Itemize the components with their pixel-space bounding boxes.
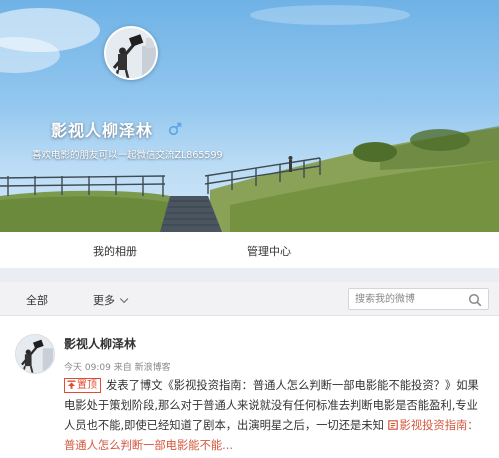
search-box bbox=[348, 288, 489, 310]
profile-cover: 影视人柳泽林 喜欢电影的朋友可以一起微信交流ZL865599 bbox=[0, 0, 499, 232]
feed-filter-bar: 全部 更多 bbox=[0, 282, 499, 316]
profile-name: 影视人柳泽林 bbox=[51, 121, 154, 140]
post-text-prefix: 发表了博文 bbox=[106, 379, 163, 392]
cover-landscape-image bbox=[0, 5, 499, 232]
profile-bio: 喜欢电影的朋友可以一起微信交流ZL865599 bbox=[32, 150, 223, 161]
feed-post: 影视人柳泽林 今天 09:09 来自 新浪博客 置顶 发表了博文《影视投资指南：普… bbox=[0, 316, 499, 458]
section-divider bbox=[0, 268, 499, 282]
post-article-title: 《影视投资指南：普通人怎么判断一部电影能不能投资？》 bbox=[162, 379, 457, 392]
post-author-name[interactable]: 影视人柳泽林 bbox=[64, 335, 136, 352]
filter-more-label: 更多 bbox=[93, 294, 115, 307]
tab-my-albums[interactable]: 我的相册 bbox=[93, 243, 137, 259]
post-author-avatar[interactable] bbox=[15, 334, 55, 374]
filter-more-dropdown[interactable]: 更多 bbox=[93, 292, 129, 308]
male-icon bbox=[168, 122, 182, 136]
post-source[interactable]: 新浪博客 bbox=[135, 363, 171, 373]
post-body: 置顶 发表了博文《影视投资指南：普通人怎么判断一部电影能不能投资？》如果电影处于策… bbox=[64, 376, 484, 456]
profile-avatar[interactable] bbox=[104, 26, 158, 80]
search-icon[interactable] bbox=[468, 293, 482, 307]
post-meta: 今天 09:09 来自 新浪博客 bbox=[64, 360, 171, 373]
post-from-label: 来自 bbox=[113, 363, 132, 373]
pin-icon bbox=[67, 380, 76, 389]
link-icon bbox=[387, 420, 398, 430]
filter-all-tab[interactable]: 全部 bbox=[26, 292, 48, 308]
post-time[interactable]: 今天 09:09 bbox=[64, 363, 111, 373]
search-input[interactable] bbox=[355, 292, 460, 306]
profile-nav: 我的相册 管理中心 bbox=[0, 232, 499, 268]
chevron-down-icon bbox=[119, 294, 129, 304]
pinned-badge: 置顶 bbox=[64, 378, 101, 393]
tab-management-center[interactable]: 管理中心 bbox=[247, 243, 291, 259]
pinned-label: 置顶 bbox=[77, 380, 97, 391]
